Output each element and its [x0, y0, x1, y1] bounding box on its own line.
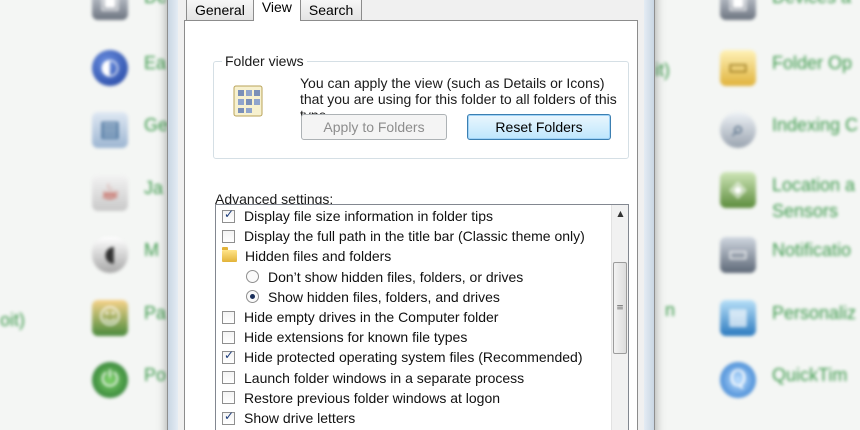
power-options-icon: ⏻ — [92, 362, 128, 398]
control-panel-item-label: M — [144, 240, 159, 260]
ease-of-access-icon: ◐ — [92, 50, 128, 86]
control-panel-item[interactable]: ▣ De — [92, 0, 167, 20]
setting-checkbox[interactable] — [222, 409, 235, 425]
setting-row[interactable]: Display file size information in folder … — [222, 206, 493, 226]
reset-folders-button[interactable]: Reset Folders — [467, 114, 611, 140]
setting-label: Display the full path in the title bar (… — [244, 228, 585, 245]
setting-label: Show drive letters — [244, 410, 356, 426]
scroll-thumb[interactable]: ≡ — [613, 262, 627, 354]
setting-row[interactable]: Show drive letters — [222, 408, 355, 428]
setting-checkbox[interactable] — [222, 391, 235, 405]
folder-options-icon: ▭ — [720, 50, 756, 86]
control-panel-item[interactable]: ▭ Folder Op — [720, 50, 852, 86]
control-panel-item-label: Ge — [144, 115, 169, 135]
control-panel-item[interactable]: ⌕ Indexing C — [720, 112, 858, 148]
control-panel-item[interactable]: ◐ Ea — [92, 50, 166, 86]
quicktime-icon: Q — [720, 362, 756, 398]
control-panel-item[interactable]: ⏻ Po — [92, 362, 166, 398]
folder-views-icon — [233, 85, 263, 117]
control-panel-item[interactable]: ▤ Ge — [92, 112, 168, 148]
control-panel-item[interactable]: ☕ Ja — [92, 175, 163, 211]
bg-fragment-text: n — [665, 300, 676, 320]
setting-radio[interactable] — [246, 290, 259, 304]
control-panel-item-label: Indexing C — [772, 115, 859, 135]
view-tab-page: Folder views You can apply the view (suc… — [184, 20, 638, 430]
setting-checkbox[interactable] — [222, 207, 235, 223]
setting-row[interactable]: Launch folder windows in a separate proc… — [222, 368, 524, 388]
setting-row[interactable]: Hide empty drives in the Computer folder — [222, 307, 498, 327]
java-icon: ☕ — [92, 175, 128, 211]
control-panel-item[interactable]: ▦ Personaliz — [720, 300, 856, 336]
scroll-up-arrow-icon[interactable]: ▲ — [612, 205, 628, 222]
control-panel-item-label: Ja — [144, 178, 164, 198]
control-panel-item-label: Devices a — [772, 0, 851, 10]
control-panel-item-label: Po — [144, 365, 167, 385]
folder-icon — [222, 247, 237, 263]
setting-label: Show hidden files, folders, and drives — [268, 288, 500, 305]
indexing-icon: ⌕ — [720, 112, 756, 148]
personalization-icon: ▦ — [720, 300, 756, 336]
control-panel-right-column: ▣ Devices a ▭ Folder Op ⌕ Indexing C ◈ Location… — [700, 0, 860, 430]
devices-icon: ▣ — [92, 0, 128, 20]
setting-label: Hide protected operating system files (R… — [244, 349, 583, 366]
mouse-icon: ◖ — [92, 237, 128, 273]
folder-options-dialog: General View Search Folder views You can… — [167, 0, 655, 430]
setting-row[interactable]: Restore previous folder windows at logon — [222, 388, 500, 408]
control-panel-item-label: Ea — [144, 53, 167, 73]
control-panel-item-label: Location a Sensors — [772, 175, 856, 221]
setting-radio[interactable] — [246, 270, 259, 284]
control-panel-item[interactable]: ◈ Location a Sensors — [720, 172, 855, 224]
control-panel-item[interactable]: Q QuickTim — [720, 362, 847, 398]
setting-row[interactable]: Show hidden files, folders, and drives — [246, 287, 500, 307]
control-panel-item[interactable]: ◖ M — [92, 237, 159, 273]
setting-label: Don’t show hidden files, folders, or dri… — [268, 268, 524, 285]
setting-checkbox[interactable] — [222, 348, 235, 364]
control-panel-item-label: De — [144, 0, 167, 10]
setting-label: Hide extensions for known file types — [244, 329, 468, 346]
devices-printers-icon: ▣ — [720, 0, 756, 20]
control-panel-item-label: Pa — [144, 303, 167, 323]
location-sensors-icon: ◈ — [720, 172, 756, 208]
setting-checkbox[interactable] — [222, 310, 235, 324]
bg-fragment-text: it) — [655, 60, 670, 80]
tab-strip: General View Search — [186, 0, 363, 21]
notification-icon: ▭ — [720, 237, 756, 273]
control-panel-item[interactable]: ▭ Notificatio — [720, 237, 851, 273]
setting-row[interactable]: Don’t show hidden files, folders, or dri… — [246, 267, 523, 287]
bg-fragment-text: oit) — [0, 310, 26, 330]
tab-general[interactable]: General — [186, 0, 254, 21]
setting-label: Launch folder windows in a separate proc… — [244, 369, 525, 386]
advanced-settings-scrollbar[interactable]: ▲ ≡ ▼ — [611, 205, 628, 430]
control-panel-item[interactable]: ▣ Devices a — [720, 0, 851, 20]
setting-row: Hidden files and folders — [222, 246, 391, 266]
advanced-settings-list[interactable]: Display file size information in folder … — [215, 204, 629, 430]
folder-views-group: Folder views You can apply the view (suc… — [213, 53, 629, 159]
tab-search[interactable]: Search — [299, 0, 363, 21]
apply-to-folders-button[interactable]: Apply to Folders — [301, 114, 447, 140]
setting-label: Restore previous folder windows at logon — [244, 389, 501, 406]
setting-row[interactable]: Display the full path in the title bar (… — [222, 226, 585, 246]
setting-checkbox[interactable] — [222, 229, 235, 243]
folder-views-title: Folder views — [222, 53, 307, 69]
control-panel-item-label: Personaliz — [772, 303, 857, 323]
setting-checkbox[interactable] — [222, 371, 235, 385]
dialog-frame-right — [644, 0, 654, 430]
getting-started-icon: ▤ — [92, 112, 128, 148]
parental-controls-icon: ☺ — [92, 300, 128, 336]
setting-row[interactable]: Hide extensions for known file types — [222, 327, 467, 347]
setting-label: Hidden files and folders — [245, 248, 392, 265]
dialog-frame-left — [168, 0, 178, 430]
control-panel-item[interactable]: ☺ Pa — [92, 300, 166, 336]
tab-view[interactable]: View — [252, 0, 301, 21]
setting-label: Display file size information in folder … — [244, 208, 493, 224]
setting-checkbox[interactable] — [222, 330, 235, 344]
control-panel-left-column: ▣De◐Ea▤Ge☕Ja◖M☺Pa⏻Po — [0, 0, 180, 430]
setting-row[interactable]: Hide protected operating system files (R… — [222, 347, 583, 367]
dialog-body: General View Search Folder views You can… — [178, 0, 644, 430]
control-panel-item-label: Folder Op — [772, 53, 853, 73]
setting-label: Hide empty drives in the Computer folder — [244, 309, 499, 325]
control-panel-item-label: Notificatio — [772, 240, 852, 260]
control-panel-item-label: QuickTim — [772, 365, 848, 385]
